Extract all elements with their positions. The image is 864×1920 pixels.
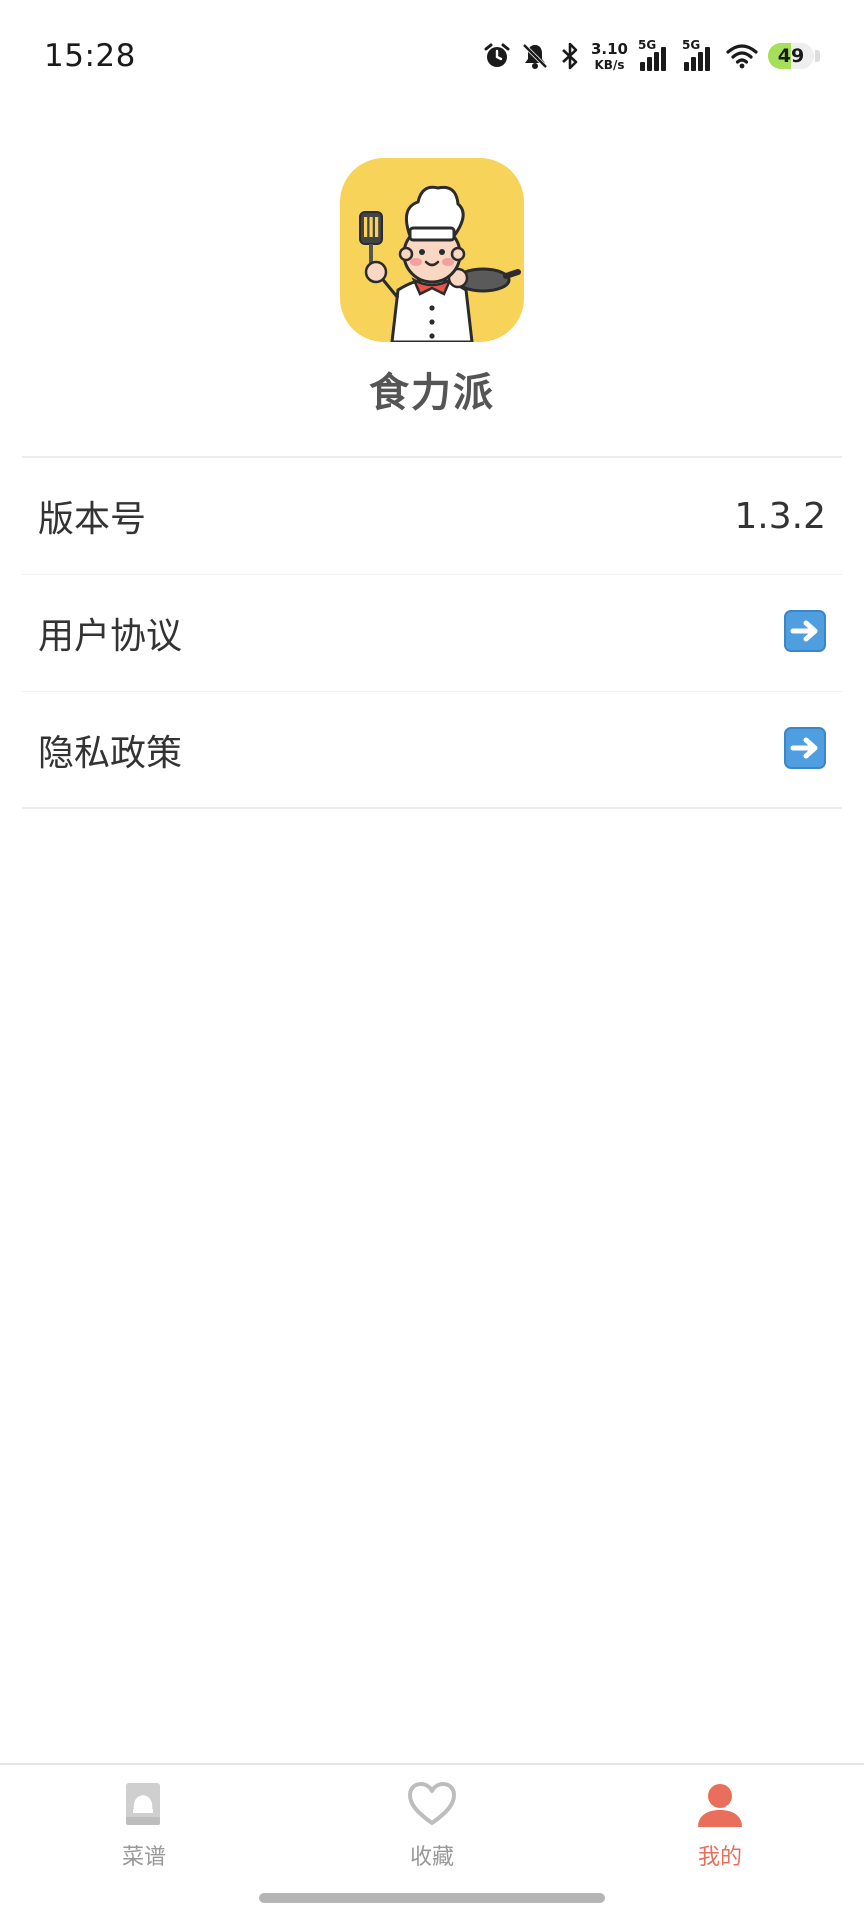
arrow-right-icon[interactable] (784, 610, 826, 656)
about-screen: 15:28 3.10 KB/s 5G 5G 49 食力派 版本号 1.3.2 用… (0, 0, 864, 1920)
settings-list: 版本号 1.3.2 用户协议 隐私政策 (22, 456, 842, 809)
heart-icon (407, 1781, 457, 1831)
tab-favorites-label: 收藏 (409, 1845, 454, 1870)
status-bar: 15:28 3.10 KB/s 5G 5G 49 (0, 0, 864, 112)
network-speed: 3.10 KB/s (590, 39, 628, 72)
user-agreement-label: 用户协议 (38, 616, 183, 657)
tab-mine[interactable]: 我的 (576, 1765, 864, 1920)
status-time: 15:28 (44, 38, 136, 74)
settings-row-privacy-policy[interactable]: 隐私政策 (22, 692, 842, 809)
version-value: 1.3.2 (734, 495, 826, 537)
version-label: 版本号 (38, 499, 147, 540)
home-indicator[interactable] (259, 1893, 605, 1903)
privacy-policy-label: 隐私政策 (38, 732, 183, 774)
alarm-icon (483, 42, 511, 70)
tab-recipes-label: 菜谱 (121, 1845, 166, 1870)
recipe-book-icon (122, 1781, 166, 1831)
tab-mine-label: 我的 (697, 1845, 742, 1870)
settings-row-version: 版本号 1.3.2 (22, 458, 842, 575)
wifi-icon (726, 43, 758, 69)
signal-icon-sim2: 5G (682, 38, 716, 71)
mute-icon (521, 42, 549, 70)
chef-logo-icon (340, 158, 524, 342)
settings-row-user-agreement[interactable]: 用户协议 (22, 575, 842, 692)
battery-icon: 49 (768, 43, 820, 69)
bluetooth-icon (559, 42, 581, 70)
app-header: 食力派 (0, 158, 864, 418)
signal-icon-sim1: 5G (638, 38, 672, 71)
user-icon (697, 1781, 743, 1831)
app-name: 食力派 (369, 370, 495, 416)
tab-recipes[interactable]: 菜谱 (0, 1765, 288, 1920)
arrow-right-icon[interactable] (784, 726, 826, 773)
status-icons: 3.10 KB/s 5G 5G 49 (483, 38, 820, 72)
